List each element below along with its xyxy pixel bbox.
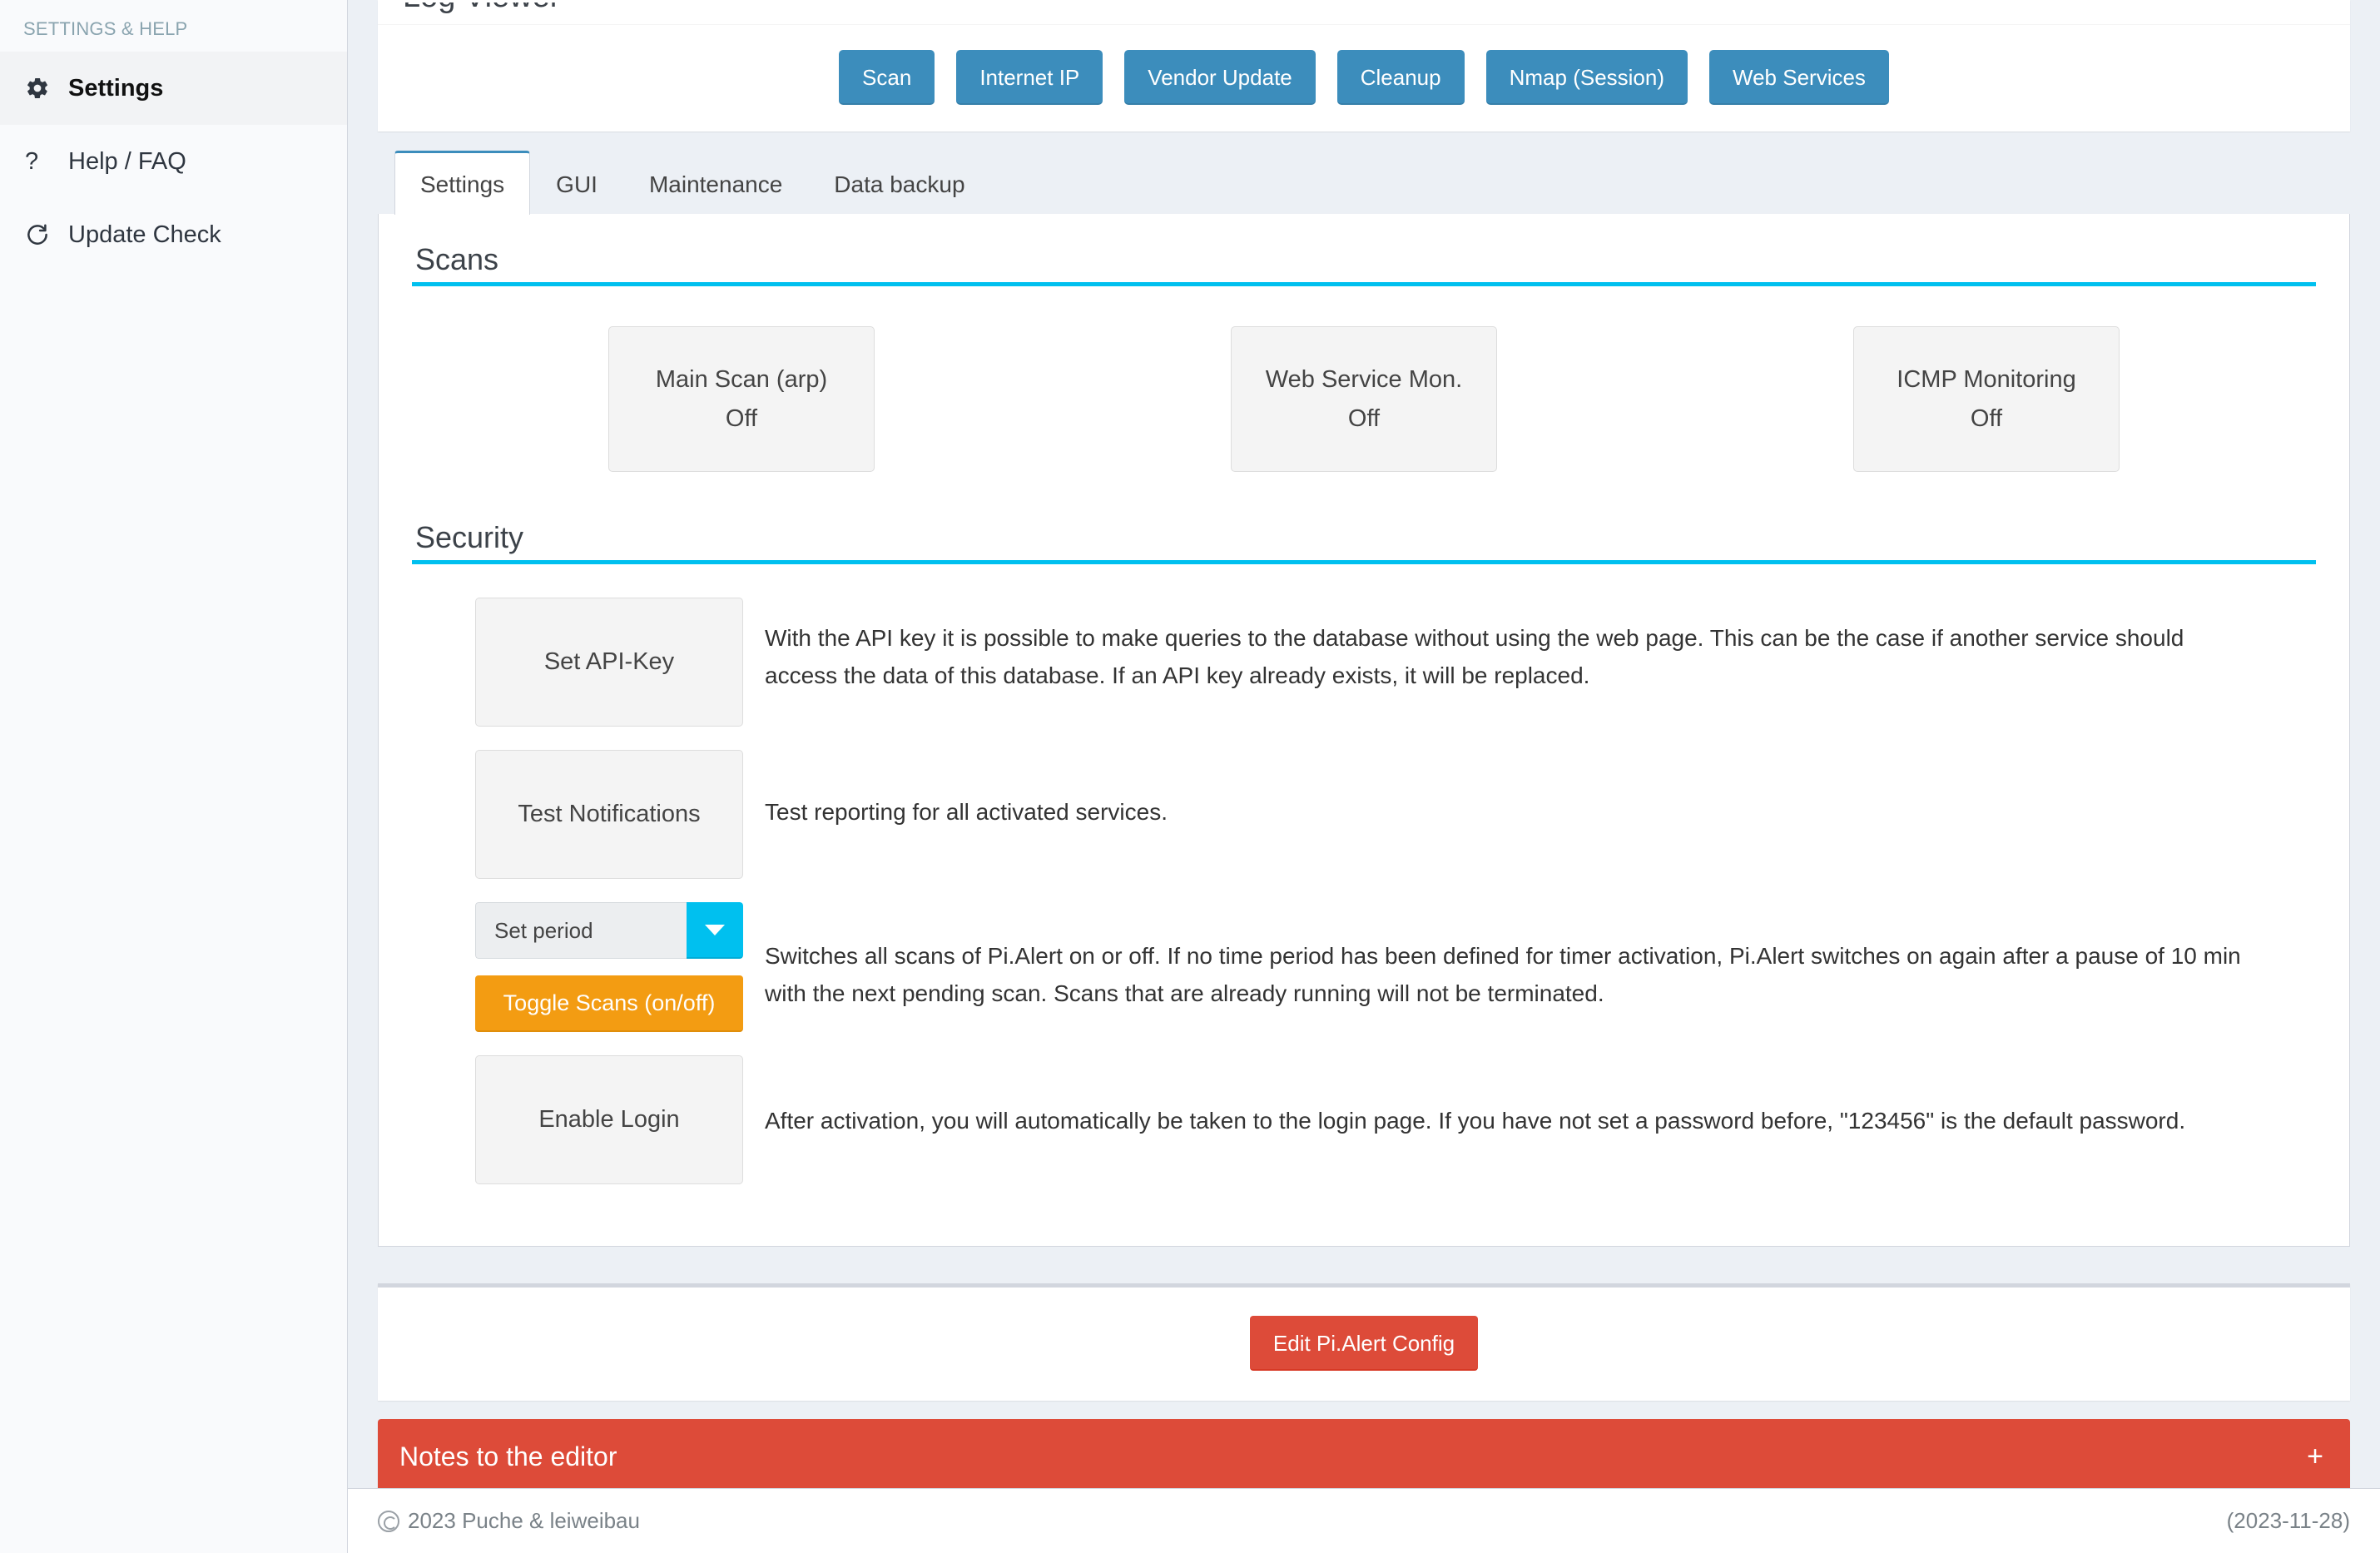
toggle-scans-description: Switches all scans of Pi.Alert on or off…	[748, 902, 2313, 1013]
nmap-session-button[interactable]: Nmap (Session)	[1486, 50, 1688, 105]
scans-section-title: Scans	[412, 242, 2331, 282]
enable-login-description: After activation, you will automatically…	[748, 1055, 2313, 1139]
scan-tiles-row: Main Scan (arp) Off Web Service Mon. Off…	[397, 286, 2331, 520]
api-key-description: With the API key it is possible to make …	[748, 598, 2313, 695]
web-services-button[interactable]: Web Services	[1709, 50, 1889, 105]
config-box: Edit Pi.Alert Config	[378, 1283, 2350, 1401]
tab-gui[interactable]: GUI	[530, 152, 623, 215]
copyright-text: 2023 Puche & leiweibau	[408, 1508, 640, 1534]
page-footer: 2023 Puche & leiweibau (2023-11-28)	[348, 1488, 2380, 1553]
tab-settings[interactable]: Settings	[394, 151, 530, 215]
row-control: Set API-Key	[415, 598, 748, 727]
tab-maintenance[interactable]: Maintenance	[623, 152, 808, 215]
tile-name: ICMP Monitoring	[1897, 366, 2075, 394]
test-notifications-button[interactable]: Test Notifications	[475, 750, 743, 879]
sidebar-item-label: Help / FAQ	[68, 148, 186, 176]
app-root: SETTINGS & HELP Settings ? Help / FAQ Up…	[0, 0, 2380, 1553]
set-period-select[interactable]: Set period	[475, 902, 743, 959]
sidebar: SETTINGS & HELP Settings ? Help / FAQ Up…	[0, 0, 348, 1553]
row-control: Set period Toggle Scans (on/off)	[415, 902, 748, 1032]
set-period-label[interactable]: Set period	[475, 902, 687, 959]
gear-icon	[25, 76, 68, 101]
sidebar-item-update-check[interactable]: Update Check	[0, 198, 347, 271]
footer-version-date: (2023-11-28)	[2227, 1508, 2350, 1534]
chevron-down-icon[interactable]	[687, 902, 743, 959]
sidebar-item-help-faq[interactable]: ? Help / FAQ	[0, 125, 347, 198]
main-scan-tile[interactable]: Main Scan (arp) Off	[608, 326, 875, 472]
security-section-title: Security	[412, 520, 2331, 560]
question-icon: ?	[25, 148, 68, 176]
security-row-enable-login: Enable Login After activation, you will …	[415, 1055, 2313, 1184]
test-notifications-description: Test reporting for all activated service…	[748, 750, 2313, 831]
cut-off-heading-area: Log Viewer	[378, 2, 2350, 24]
edit-pialert-config-button[interactable]: Edit Pi.Alert Config	[1250, 1316, 1478, 1371]
sidebar-section-header: SETTINGS & HELP	[0, 0, 347, 52]
notes-title: Notes to the editor	[399, 1441, 617, 1472]
copyright-icon	[378, 1511, 399, 1532]
security-row-test-notifications: Test Notifications Test reporting for al…	[415, 750, 2313, 879]
tile-state: Off	[1971, 405, 2002, 433]
actions-box: Log Viewer Scan Internet IP Vendor Updat…	[378, 0, 2350, 131]
tile-name: Web Service Mon.	[1266, 366, 1462, 394]
set-api-key-button[interactable]: Set API-Key	[475, 598, 743, 727]
web-service-mon-tile[interactable]: Web Service Mon. Off	[1231, 326, 1497, 472]
row-control: Test Notifications	[415, 750, 748, 879]
security-row-toggle-scans: Set period Toggle Scans (on/off) Switche…	[415, 902, 2313, 1032]
tile-state: Off	[1348, 405, 1380, 433]
enable-login-button[interactable]: Enable Login	[475, 1055, 743, 1184]
sidebar-item-label: Update Check	[68, 221, 221, 249]
settings-panel: Scans Main Scan (arp) Off Web Service Mo…	[378, 214, 2350, 1247]
cleanup-button[interactable]: Cleanup	[1337, 50, 1465, 105]
icmp-monitoring-tile[interactable]: ICMP Monitoring Off	[1853, 326, 2120, 472]
security-row-api-key: Set API-Key With the API key it is possi…	[415, 598, 2313, 727]
scan-button[interactable]: Scan	[839, 50, 935, 105]
plus-icon[interactable]: +	[2307, 1442, 2323, 1471]
notes-to-editor-bar[interactable]: Notes to the editor +	[378, 1419, 2350, 1494]
action-button-row: Scan Internet IP Vendor Update Cleanup N…	[378, 24, 2350, 131]
main-content: Log Viewer Scan Internet IP Vendor Updat…	[348, 0, 2380, 1553]
vendor-update-button[interactable]: Vendor Update	[1124, 50, 1315, 105]
toggle-scans-button[interactable]: Toggle Scans (on/off)	[475, 975, 743, 1032]
row-control: Enable Login	[415, 1055, 748, 1184]
log-viewer-title: Log Viewer	[403, 2, 560, 15]
tab-data-backup[interactable]: Data backup	[808, 152, 990, 215]
security-rows: Set API-Key With the API key it is possi…	[397, 564, 2331, 1216]
tab-bar: Settings GUI Maintenance Data backup	[378, 150, 2350, 214]
tile-state: Off	[726, 405, 757, 433]
refresh-icon	[25, 222, 68, 247]
tile-name: Main Scan (arp)	[656, 366, 827, 394]
internet-ip-button[interactable]: Internet IP	[956, 50, 1103, 105]
sidebar-item-settings[interactable]: Settings	[0, 52, 347, 125]
tab-bar-wrapper: Settings GUI Maintenance Data backup	[378, 150, 2350, 214]
sidebar-item-label: Settings	[68, 75, 163, 102]
footer-copyright: 2023 Puche & leiweibau	[378, 1508, 640, 1534]
